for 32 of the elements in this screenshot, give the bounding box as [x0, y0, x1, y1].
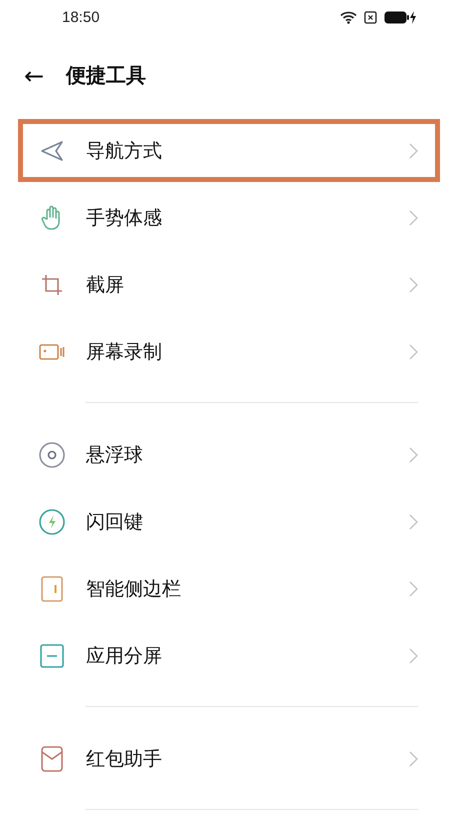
settings-item[interactable]: 悬浮球: [18, 421, 440, 488]
chevron-right-icon: [409, 750, 418, 766]
settings-item[interactable]: 红包助手: [18, 725, 440, 792]
floating-ball-icon: [38, 442, 64, 468]
chevron-right-icon: [409, 210, 418, 226]
video-camera-icon: [38, 342, 64, 360]
chevron-right-icon: [409, 446, 418, 462]
chevron-right-icon: [409, 648, 418, 664]
settings-item[interactable]: 智能侧边栏: [18, 555, 440, 622]
lightning-circle-icon: [38, 508, 64, 534]
sidebar-icon: [40, 576, 62, 602]
chevron-right-icon: [409, 276, 418, 292]
sim-icon: [364, 10, 377, 24]
settings-item[interactable]: 导航方式: [18, 119, 440, 182]
split-screen-icon: [40, 644, 64, 668]
chevron-right-icon: [409, 580, 418, 596]
settings-item[interactable]: 闪回键: [18, 488, 440, 555]
chevron-right-icon: [409, 142, 418, 158]
settings-item[interactable]: 截屏: [18, 251, 440, 318]
settings-item[interactable]: 应用分屏: [18, 622, 440, 689]
battery-charging-icon: [384, 10, 416, 24]
page-title: 便捷工具: [66, 62, 146, 89]
chevron-right-icon: [409, 344, 418, 360]
back-button[interactable]: ←: [24, 62, 44, 90]
chevron-right-icon: [409, 514, 418, 530]
status-time: 18:50: [62, 8, 100, 26]
wifi-icon: [340, 10, 357, 24]
crop-icon: [40, 274, 62, 296]
navigation-arrow-icon: [40, 140, 64, 162]
settings-item[interactable]: 手势体感: [18, 184, 440, 251]
envelope-icon: [40, 746, 62, 772]
settings-item[interactable]: 屏幕录制: [18, 318, 440, 385]
